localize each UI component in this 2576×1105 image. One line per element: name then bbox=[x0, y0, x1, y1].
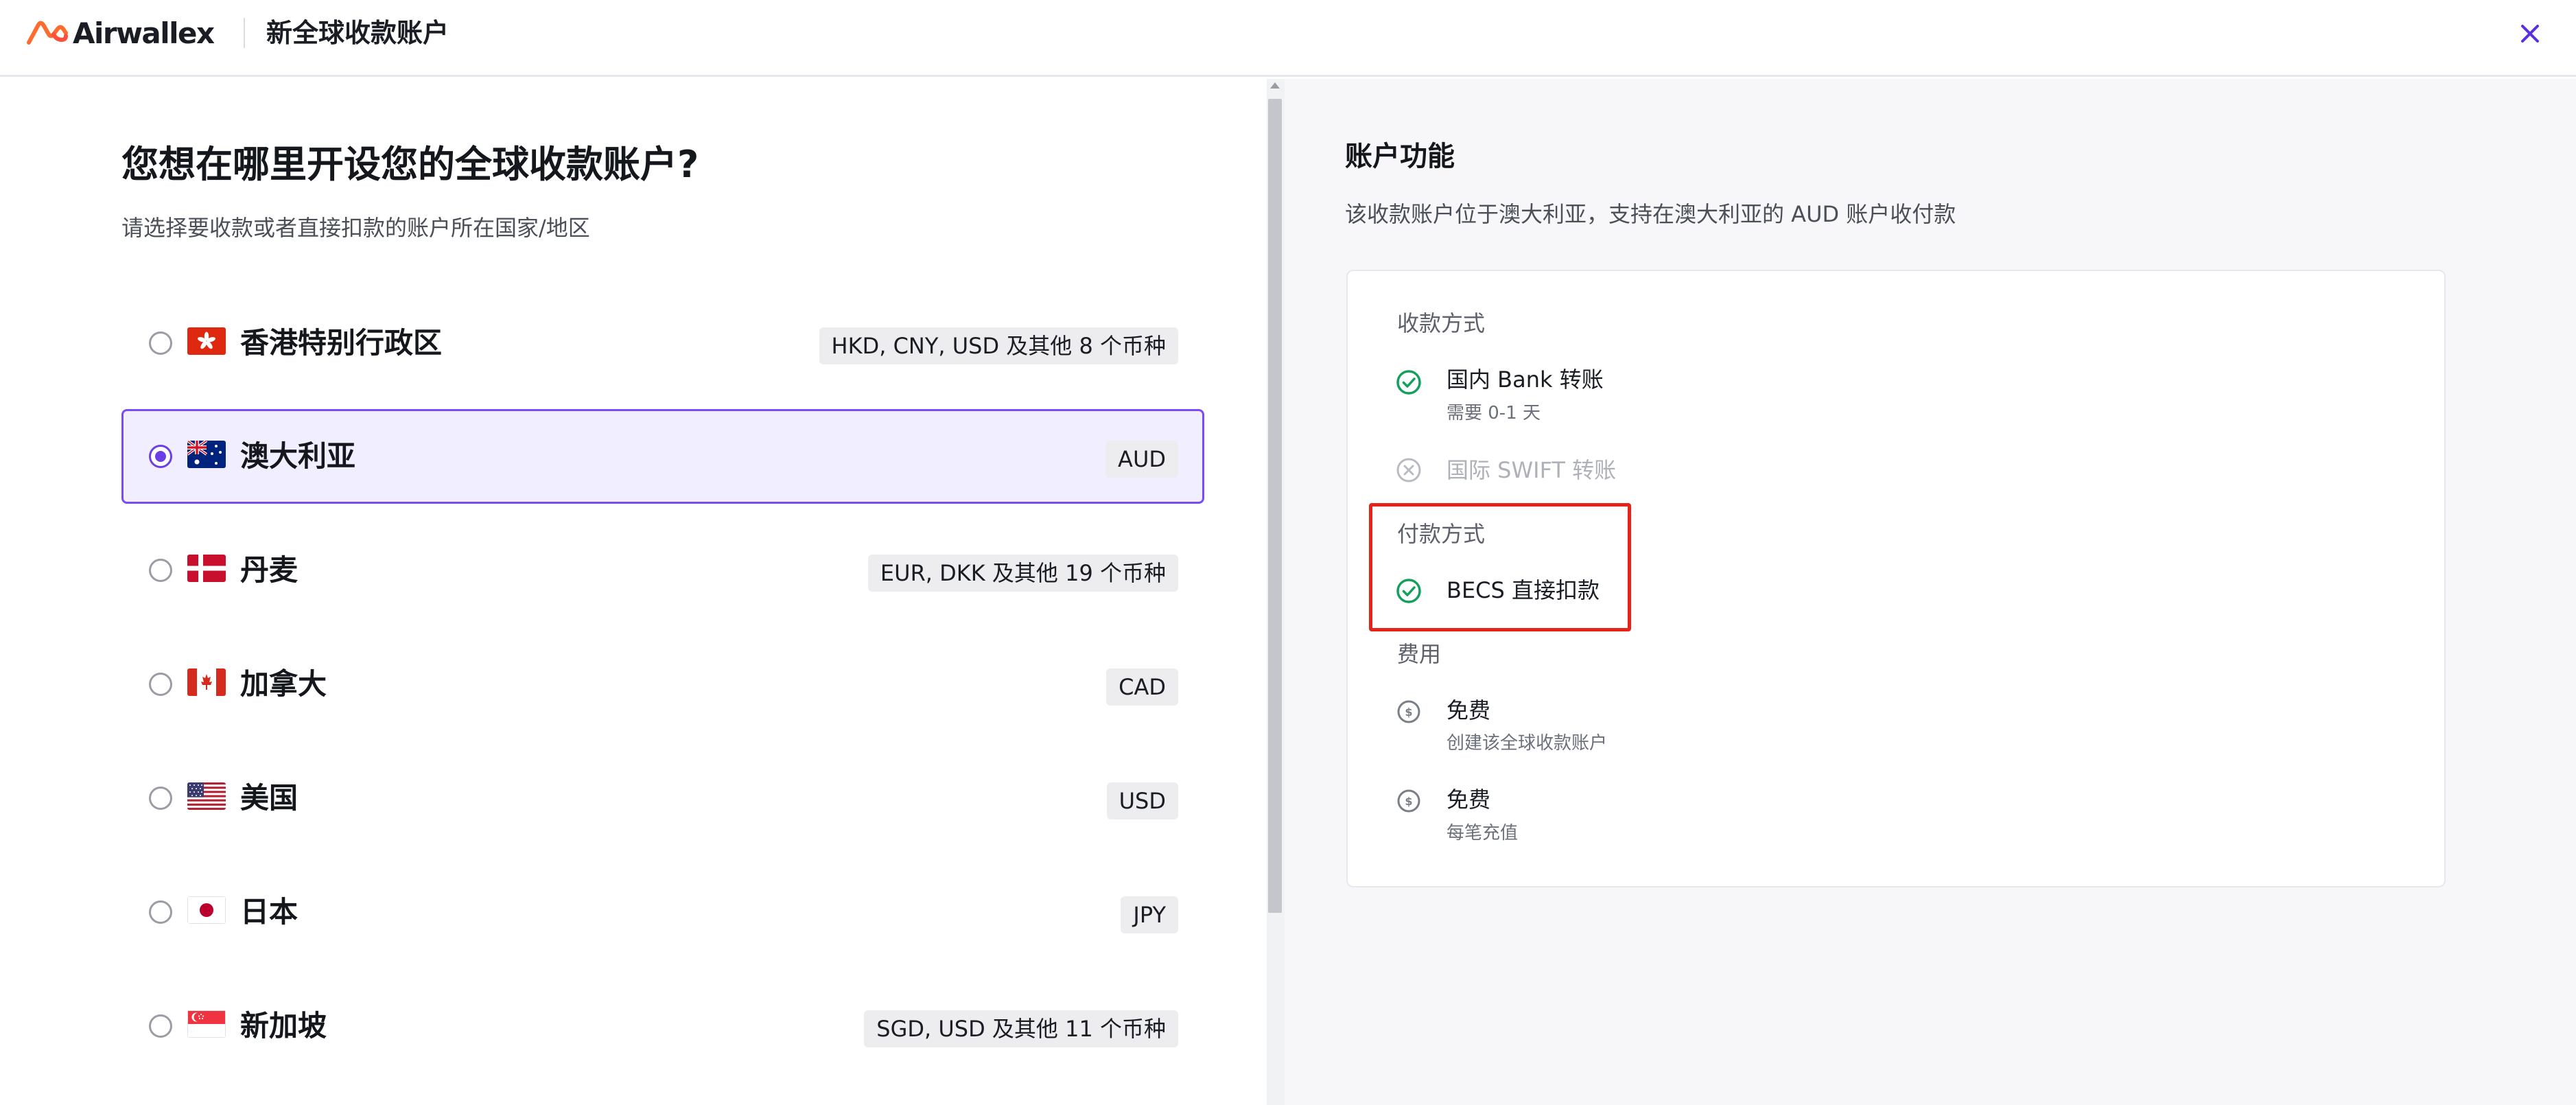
fee-main: 免费 bbox=[1447, 787, 1491, 813]
radio-button[interactable] bbox=[149, 787, 172, 810]
close-button[interactable] bbox=[2514, 18, 2546, 49]
country-option-japan[interactable]: 日本 JPY bbox=[121, 865, 1204, 959]
canada-flag-icon bbox=[187, 668, 226, 696]
country-option-australia[interactable]: 澳大利亚 AUD bbox=[121, 409, 1204, 504]
country-name: 日本 bbox=[240, 895, 298, 929]
radio-button[interactable] bbox=[149, 900, 172, 924]
currency-tag: CAD bbox=[1106, 668, 1178, 706]
svg-text:$: $ bbox=[1405, 795, 1412, 808]
country-option-hong-kong[interactable]: 香港特别行政区 HKD, CNY, USD 及其他 8 个币种 bbox=[121, 296, 1204, 391]
collection-method-unavailable: 国际 SWIFT 转账 bbox=[1447, 457, 1617, 483]
currency-tag: AUD bbox=[1105, 441, 1178, 478]
highlight-annotation-box bbox=[1369, 503, 1631, 631]
denmark-flag-icon bbox=[187, 555, 226, 582]
airwallex-logo: Airwallex bbox=[26, 16, 215, 50]
brand-name: Airwallex bbox=[73, 16, 215, 50]
account-features-description: 该收款账户位于澳大利亚，支持在澳大利亚的 AUD 账户收付款 bbox=[1345, 201, 1956, 227]
fees-label: 费用 bbox=[1397, 641, 1442, 667]
currency-tag: SGD, USD 及其他 11 个币种 bbox=[864, 1010, 1178, 1047]
country-question-subtitle: 请选择要收款或者直接扣款的账户所在国家/地区 bbox=[121, 215, 590, 241]
scrollbar-thumb[interactable] bbox=[1268, 99, 1282, 913]
japan-flag-icon bbox=[187, 896, 226, 924]
scroll-up-arrow-icon[interactable] bbox=[1270, 82, 1280, 89]
country-name: 香港特别行政区 bbox=[240, 326, 443, 360]
cross-circle-icon bbox=[1396, 458, 1421, 482]
radio-button[interactable] bbox=[149, 559, 172, 582]
account-features-heading: 账户功能 bbox=[1345, 141, 1455, 172]
radio-button[interactable] bbox=[149, 1014, 172, 1038]
collection-methods-label: 收款方式 bbox=[1397, 310, 1486, 336]
collection-method-main: 国内 Bank 转账 bbox=[1447, 367, 1604, 393]
country-name: 美国 bbox=[240, 781, 298, 815]
country-option-usa[interactable]: 美国 USD bbox=[121, 751, 1204, 846]
fee-sub: 创建该全球收款账户 bbox=[1447, 733, 1608, 754]
country-option-singapore[interactable]: 新加坡 SGD, USD 及其他 11 个币种 bbox=[121, 979, 1204, 1073]
country-name: 加拿大 bbox=[240, 667, 327, 701]
usa-flag-icon bbox=[187, 782, 226, 810]
page-title: 新全球收款账户 bbox=[266, 18, 449, 48]
currency-tag: HKD, CNY, USD 及其他 8 个币种 bbox=[819, 327, 1178, 364]
radio-button[interactable] bbox=[149, 332, 172, 355]
radio-button-selected[interactable] bbox=[149, 445, 172, 468]
header-divider bbox=[244, 18, 245, 48]
airwallex-logo-icon bbox=[27, 21, 68, 45]
currency-tag: JPY bbox=[1121, 896, 1178, 933]
close-icon bbox=[2521, 25, 2539, 43]
fee-sub: 每笔充值 bbox=[1447, 823, 1519, 844]
country-name: 新加坡 bbox=[240, 1009, 327, 1043]
collection-method-sub: 需要 0-1 天 bbox=[1447, 403, 1541, 423]
check-circle-icon bbox=[1396, 370, 1421, 395]
dollar-circle-icon: $ bbox=[1397, 700, 1420, 723]
svg-text:$: $ bbox=[1405, 706, 1412, 719]
dollar-circle-icon: $ bbox=[1397, 789, 1420, 813]
fee-main: 免费 bbox=[1447, 697, 1491, 723]
country-name: 丹麦 bbox=[240, 553, 298, 587]
country-question-heading: 您想在哪里开设您的全球收款账户? bbox=[121, 143, 699, 186]
hong-kong-flag-icon bbox=[187, 327, 226, 355]
currency-tag: USD bbox=[1106, 782, 1178, 819]
country-option-canada[interactable]: 加拿大 CAD bbox=[121, 637, 1204, 732]
currency-tag: EUR, DKK 及其他 19 个币种 bbox=[867, 555, 1178, 592]
australia-flag-icon bbox=[187, 441, 226, 468]
radio-button[interactable] bbox=[149, 673, 172, 696]
country-name: 澳大利亚 bbox=[240, 439, 356, 473]
singapore-flag-icon bbox=[187, 1010, 226, 1038]
top-header: Airwallex 新全球收款账户 bbox=[0, 0, 2576, 77]
country-option-denmark[interactable]: 丹麦 EUR, DKK 及其他 19 个币种 bbox=[121, 523, 1204, 618]
